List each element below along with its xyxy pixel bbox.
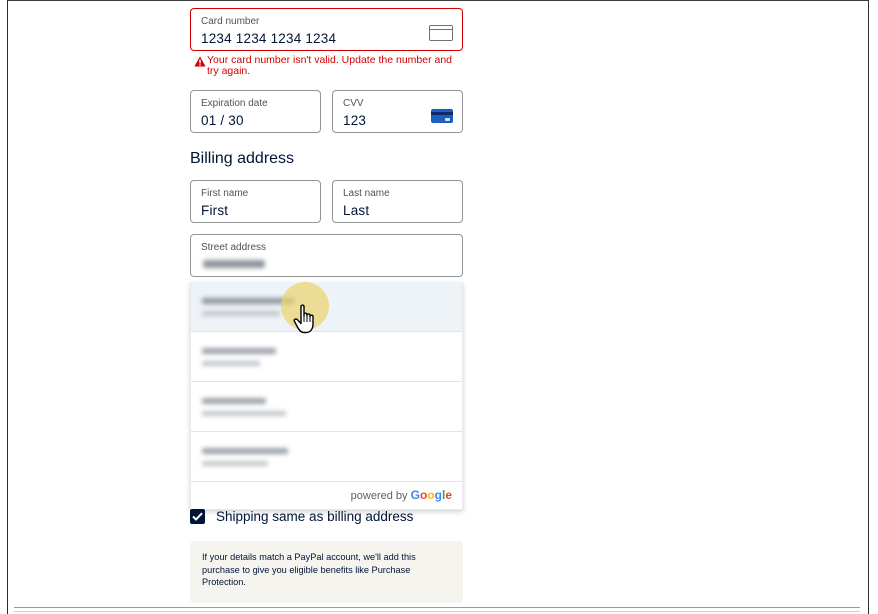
google-logo-letter: g <box>434 488 442 502</box>
suggestion-line-redacted <box>202 398 266 404</box>
expiration-date-input[interactable]: 01 / 30 <box>201 113 244 128</box>
checkmark-icon <box>192 512 203 521</box>
street-address-field[interactable]: Street address <box>190 234 463 277</box>
google-logo-letter: e <box>445 488 452 502</box>
suggestion-subline-redacted <box>202 411 286 416</box>
address-suggestion[interactable] <box>191 432 462 482</box>
expiration-date-field[interactable]: Expiration date 01 / 30 <box>190 90 321 133</box>
horizontal-scrollbar[interactable] <box>14 607 860 612</box>
last-name-label: Last name <box>343 188 390 199</box>
address-suggestion[interactable] <box>191 332 462 382</box>
first-name-input[interactable]: First <box>201 203 228 218</box>
last-name-field[interactable]: Last name Last <box>332 180 463 223</box>
google-logo-letter: o <box>427 488 435 502</box>
card-number-field[interactable]: Card number 1234 1234 1234 1234 <box>190 8 463 51</box>
paypal-benefits-text: If your details match a PayPal account, … <box>202 552 416 587</box>
cvv-label: CVV <box>343 98 364 109</box>
first-name-label: First name <box>201 188 249 199</box>
suggestion-line-redacted <box>202 448 288 454</box>
cvv-input[interactable]: 123 <box>343 113 366 128</box>
cvv-card-icon <box>431 109 453 123</box>
card-number-error: Your card number isn't valid. Update the… <box>192 55 462 77</box>
billing-address-heading: Billing address <box>190 150 295 167</box>
card-number-error-text: Your card number isn't valid. Update the… <box>207 54 453 77</box>
shipping-same-checkbox[interactable] <box>190 509 205 524</box>
hand-pointer-cursor-icon <box>293 304 314 334</box>
street-address-input-redacted[interactable] <box>203 260 265 268</box>
suggestion-subline-redacted <box>202 361 260 366</box>
google-logo-letter: G <box>410 488 420 502</box>
powered-by-google: powered by Google <box>351 488 452 502</box>
paypal-benefits-notice: If your details match a PayPal account, … <box>190 541 463 603</box>
last-name-input[interactable]: Last <box>343 203 369 218</box>
warning-icon <box>194 56 206 67</box>
expiration-date-label: Expiration date <box>201 98 268 109</box>
cvv-field[interactable]: CVV 123 <box>332 90 463 133</box>
window-right-border <box>868 0 869 614</box>
google-logo: Google <box>411 488 452 502</box>
address-suggestion[interactable] <box>191 382 462 432</box>
generic-card-icon <box>429 25 453 41</box>
first-name-field[interactable]: First name First <box>190 180 321 223</box>
shipping-same-label[interactable]: Shipping same as billing address <box>216 509 413 524</box>
suggestion-subline-redacted <box>202 311 280 316</box>
card-number-input[interactable]: 1234 1234 1234 1234 <box>201 31 336 46</box>
window-top-border <box>7 0 869 1</box>
card-number-label: Card number <box>201 16 260 27</box>
suggestion-line-redacted <box>202 348 276 354</box>
powered-by-text: powered by <box>350 490 408 502</box>
window-left-border <box>7 0 8 614</box>
suggestion-subline-redacted <box>202 461 268 466</box>
street-address-label: Street address <box>201 242 267 253</box>
